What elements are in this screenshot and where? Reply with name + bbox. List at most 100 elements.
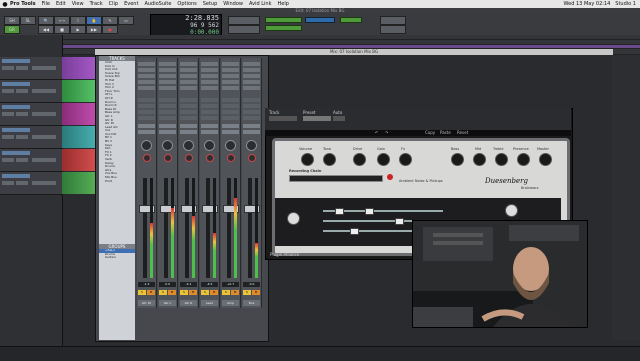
insert-slot[interactable] — [243, 74, 260, 78]
group-item[interactable]: Guitars — [99, 256, 135, 260]
insert-slot[interactable] — [138, 68, 155, 72]
send-slot[interactable] — [138, 98, 155, 102]
stop-icon[interactable]: ■ — [54, 25, 70, 34]
insert-slot[interactable] — [180, 74, 197, 78]
send-slot[interactable] — [159, 110, 176, 114]
pencil-tool-icon[interactable]: ✎ — [102, 16, 118, 25]
io-input-select[interactable] — [159, 124, 176, 128]
track-list-item[interactable]: Print — [99, 180, 135, 184]
pan-knob[interactable] — [183, 140, 194, 151]
track-header[interactable] — [0, 149, 62, 172]
meter-field[interactable] — [340, 17, 362, 23]
track-header[interactable] — [0, 172, 62, 195]
gain-knob[interactable] — [377, 153, 390, 166]
send-slot[interactable] — [159, 98, 176, 102]
insert-slot[interactable] — [159, 62, 176, 66]
menu-avid-link[interactable]: Avid Link — [249, 1, 271, 7]
send-slot[interactable] — [180, 104, 197, 108]
plugin-track-select[interactable] — [269, 116, 297, 121]
insert-slot[interactable] — [180, 86, 197, 90]
menubar-user[interactable]: Studio 1 — [615, 1, 636, 7]
fx-knob[interactable] — [399, 153, 412, 166]
slip-button[interactable]: SL — [20, 16, 36, 25]
menu-setup[interactable]: Setup — [203, 1, 218, 7]
apple-icon[interactable]: ● — [0, 1, 10, 8]
io-output-select[interactable] — [201, 130, 218, 134]
volume-knob[interactable] — [301, 153, 314, 166]
send-slot[interactable] — [201, 116, 218, 120]
send-slot[interactable] — [243, 98, 260, 102]
pan-knob[interactable] — [246, 140, 257, 151]
main-counter[interactable]: 2:28.835 96 9 562 0:00.000 — [150, 14, 222, 36]
insert-slot[interactable] — [159, 80, 176, 84]
forward-icon[interactable]: ▶▶ — [86, 25, 102, 34]
solo-button[interactable]: S — [201, 290, 209, 295]
fx-slider-handle[interactable] — [395, 218, 404, 225]
track-name-label[interactable]: Gtr R — [180, 300, 197, 306]
send-slot[interactable] — [138, 110, 155, 114]
mute-button[interactable]: M — [231, 290, 239, 295]
grid-setting-dropdown[interactable] — [228, 16, 260, 25]
send-slot[interactable] — [180, 116, 197, 120]
track-name-label[interactable]: Bus — [243, 300, 260, 306]
insert-slot[interactable] — [180, 68, 197, 72]
menu-file[interactable]: File — [42, 1, 50, 7]
send-slot[interactable] — [138, 116, 155, 120]
io-output-select[interactable] — [243, 130, 260, 134]
bass-knob[interactable] — [451, 153, 464, 166]
insert-slot[interactable] — [222, 74, 239, 78]
insert-slot[interactable] — [180, 62, 197, 66]
output-knob[interactable] — [505, 204, 518, 217]
redo-icon[interactable]: ↷ — [385, 130, 388, 135]
track-name-label[interactable]: Lead — [201, 300, 218, 306]
tempo-field[interactable] — [305, 17, 335, 23]
pan-knob[interactable] — [162, 140, 173, 151]
treble-knob[interactable] — [495, 153, 508, 166]
send-slot[interactable] — [201, 104, 218, 108]
insert-slot[interactable] — [201, 86, 218, 90]
zoom-tool-icon[interactable]: 🔍 — [38, 16, 54, 25]
insert-slot[interactable] — [180, 80, 197, 84]
record-arm-button[interactable] — [143, 154, 151, 162]
track-name-label[interactable]: Gtr L — [159, 300, 176, 306]
io-input-select[interactable] — [138, 124, 155, 128]
record-arm-button[interactable] — [185, 154, 193, 162]
io-output-select[interactable] — [222, 130, 239, 134]
record-arm-button[interactable] — [206, 154, 214, 162]
insert-slot[interactable] — [201, 68, 218, 72]
send-slot[interactable] — [201, 110, 218, 114]
pan-knob[interactable] — [225, 140, 236, 151]
timeline-selection-start[interactable] — [265, 17, 302, 23]
menu-audiosuite[interactable]: AudioSuite — [144, 1, 171, 7]
insert-slot[interactable] — [243, 68, 260, 72]
recording-chain-display[interactable] — [289, 175, 383, 182]
plugin-copy-button[interactable]: Copy — [425, 130, 435, 135]
insert-slot[interactable] — [138, 80, 155, 84]
insert-slot[interactable] — [201, 80, 218, 84]
tone-knob[interactable] — [323, 153, 336, 166]
io-input-select[interactable] — [243, 124, 260, 128]
selector-tool-icon[interactable]: I — [70, 16, 86, 25]
fx-slider-handle[interactable] — [335, 208, 344, 215]
link-button[interactable] — [380, 16, 406, 25]
insert-slot[interactable] — [138, 74, 155, 78]
mute-button[interactable]: M — [147, 290, 155, 295]
audio-clip[interactable] — [62, 80, 97, 102]
io-output-select[interactable] — [159, 130, 176, 134]
solo-button[interactable]: S — [222, 290, 230, 295]
smart-tool-icon[interactable]: ▭ — [118, 16, 134, 25]
power-knob[interactable] — [287, 212, 300, 225]
insert-slot[interactable] — [201, 74, 218, 78]
send-slot[interactable] — [180, 98, 197, 102]
record-icon[interactable]: ● — [102, 25, 118, 34]
send-slot[interactable] — [201, 98, 218, 102]
track-header[interactable] — [0, 126, 62, 149]
insert-slot[interactable] — [201, 62, 218, 66]
io-input-select[interactable] — [180, 124, 197, 128]
pan-knob[interactable] — [204, 140, 215, 151]
fx-slider-handle[interactable] — [350, 228, 359, 235]
mid-knob[interactable] — [473, 153, 486, 166]
plugin-preset-select[interactable] — [303, 116, 331, 121]
trim-tool-icon[interactable]: ⟷ — [54, 16, 70, 25]
undo-icon[interactable]: ↶ — [375, 130, 378, 135]
